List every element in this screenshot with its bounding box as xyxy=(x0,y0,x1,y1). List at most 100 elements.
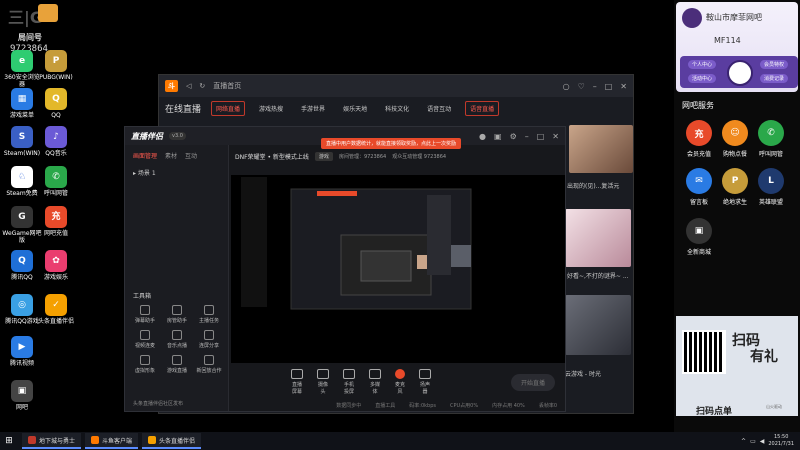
microphone-button[interactable]: 麦克风 xyxy=(395,369,405,395)
tool-item[interactable]: 视频连麦 xyxy=(129,330,161,349)
game-tag[interactable]: 游戏 xyxy=(314,151,333,161)
user-center-button[interactable]: 个人中心 xyxy=(688,60,717,69)
service-icon: ✉ xyxy=(686,168,712,194)
speaker-button[interactable]: 扬声器 xyxy=(419,369,431,395)
desktop-icon[interactable]: Q QQ xyxy=(36,88,76,119)
minimize-icon[interactable]: – xyxy=(525,132,529,141)
stream-thumbnail[interactable] xyxy=(569,125,633,173)
close-icon[interactable]: ✕ xyxy=(620,82,627,91)
tool-item[interactable]: 音乐点播 xyxy=(161,330,193,349)
volume-icon[interactable]: ◀ xyxy=(760,438,765,445)
scene-item[interactable]: ▸ 场景 1 xyxy=(125,166,228,179)
taskbar-app[interactable]: 斗鱼客户端 xyxy=(85,433,139,449)
taskbar-app[interactable]: 头条直播伴侣 xyxy=(142,433,202,449)
stream-nav-title[interactable]: 在线直播 xyxy=(165,102,201,115)
tool-icon xyxy=(172,355,182,365)
search-icon[interactable]: ○ xyxy=(563,82,570,91)
settings-icon[interactable]: ⚙ xyxy=(510,132,517,141)
cafe-service[interactable]: 充会员充值 xyxy=(682,120,716,158)
screen-capture-button[interactable]: 直播屏幕 xyxy=(291,369,303,395)
taskbar-app[interactable]: 地下城与勇士 xyxy=(22,433,82,449)
tool-item[interactable]: 主播任务 xyxy=(193,305,225,324)
tray-expand-icon[interactable]: ^ xyxy=(741,438,746,445)
phone-cast-button[interactable]: 手机投屏 xyxy=(343,369,355,395)
game-title[interactable]: DNF荣耀堂 • 新型模式上线 xyxy=(235,152,309,161)
stream-home-tab[interactable]: 直播首页 xyxy=(213,81,241,91)
tab-interact[interactable]: 互动 xyxy=(185,151,197,160)
desktop-icon[interactable]: 充网吧充值 xyxy=(36,206,76,237)
camera-button[interactable]: 摄像头 xyxy=(317,369,329,395)
maximize-icon[interactable]: □ xyxy=(605,82,613,91)
tool-item[interactable]: 房管助手 xyxy=(161,305,193,324)
cafe-service[interactable]: ☺ 购物点餐 xyxy=(718,120,752,158)
promo-banner[interactable]: 扫码 有礼 扫码点单 山火驱动 xyxy=(676,316,798,417)
vip-button[interactable]: 会员特权 xyxy=(760,60,789,69)
order-history-button[interactable]: 消费记录 xyxy=(760,74,789,83)
nav-tab-3[interactable]: 娱乐天地 xyxy=(339,102,371,115)
cafe-service[interactable]: P 绝地求生 xyxy=(718,168,752,206)
cafe-service[interactable]: ✉ 留言板 xyxy=(682,168,716,206)
desktop-icon[interactable]: ✓ 头条直播伴侣 xyxy=(36,294,76,325)
cafe-buttons: 个人中心 活动中心 会员特权 消费记录 xyxy=(680,56,798,88)
companion-icon xyxy=(148,436,157,444)
app-icon: ▦ xyxy=(11,88,33,110)
tab-assets[interactable]: 素材 xyxy=(165,151,177,160)
activity-center-button[interactable]: 活动中心 xyxy=(688,74,717,83)
service-label: 全新商城 xyxy=(686,249,711,256)
nav-tab-5[interactable]: 语音互动 xyxy=(423,102,455,115)
service-icon: L xyxy=(758,168,784,194)
tool-icon xyxy=(204,330,214,340)
cafe-service[interactable]: ▣ 全新商城 xyxy=(682,218,716,256)
maximize-icon[interactable]: □ xyxy=(537,132,545,141)
stream-window-controls[interactable]: ○ ♡ – □ ✕ xyxy=(563,82,627,91)
clock[interactable]: 15:50 2021/7/31 xyxy=(768,434,794,448)
network-icon[interactable]: ▭ xyxy=(750,438,756,445)
nav-tab-1[interactable]: 游戏热搜 xyxy=(255,102,287,115)
nav-tab-0[interactable]: 网络直播 xyxy=(211,100,246,116)
start-live-button[interactable]: 开始直播 xyxy=(510,374,555,391)
companion-window-controls[interactable]: ● ▣ ⚙ – □ ✕ xyxy=(479,132,559,141)
skin-icon[interactable]: ▣ xyxy=(494,132,502,141)
nav-tab-6[interactable]: 语音直播 xyxy=(465,100,500,116)
tab-scene[interactable]: 画面管理 xyxy=(133,151,157,160)
tool-icon xyxy=(204,305,214,315)
app-logo: 斗 xyxy=(165,80,178,92)
refresh-icon[interactable]: ↻ xyxy=(199,82,205,90)
message-icon[interactable]: ♡ xyxy=(578,82,585,91)
desktop-icon[interactable]: ▶ 腾讯视频 xyxy=(2,336,42,367)
nav-tab-2[interactable]: 手游世界 xyxy=(297,102,329,115)
desktop-icon[interactable]: ✆ 呼叫网管 xyxy=(36,166,76,197)
cafe-service[interactable]: L 英雄联盟 xyxy=(754,168,788,206)
close-icon[interactable]: ✕ xyxy=(552,132,559,141)
camera-icon xyxy=(317,369,329,379)
cafe-logo-icon xyxy=(727,60,753,86)
tool-label: 音乐点播 xyxy=(166,343,187,349)
tool-item[interactable]: 连屏分享 xyxy=(193,330,225,349)
stream-preview[interactable] xyxy=(231,175,565,363)
tool-label: 连屏分享 xyxy=(198,343,219,349)
promo-small: 山火驱动 xyxy=(766,404,782,409)
desktop-icon[interactable]: ♪ QQ音乐 xyxy=(36,126,76,157)
stream-thumbnail[interactable] xyxy=(565,295,631,355)
desktop-icon[interactable]: ✿ 游戏娱乐 xyxy=(36,250,76,281)
desktop-icon-label: 头条直播伴侣 xyxy=(37,318,74,325)
desktop-icon[interactable]: ▣ 网吧 xyxy=(2,380,42,411)
promo-line2: 有礼 xyxy=(750,349,778,365)
nav-tab-4[interactable]: 科技文化 xyxy=(381,102,413,115)
windows-start-icon[interactable]: ⊞ xyxy=(0,432,18,450)
tool-item[interactable]: 游戏直播 xyxy=(161,355,193,374)
avatar[interactable]: ● xyxy=(479,132,486,141)
tool-item[interactable]: 新回放合作 xyxy=(193,355,225,374)
desktop-icon[interactable]: P PUBG(WIN) xyxy=(36,50,76,81)
back-icon[interactable]: ◁ xyxy=(186,82,191,90)
minimize-icon[interactable]: – xyxy=(593,82,597,91)
tool-label: 视频连麦 xyxy=(134,343,155,349)
companion-window[interactable]: 直播伴侣 v3.0 ● ▣ ⚙ – □ ✕ 直播中用户数据统计，就能直接领取奖励… xyxy=(124,126,566,412)
sidebar-footer[interactable]: 头条直播伴侣社区发布 xyxy=(133,400,183,407)
tool-item[interactable]: 弹幕助手 xyxy=(129,305,161,324)
stream-thumbnail[interactable] xyxy=(565,209,631,267)
app-icon: ✆ xyxy=(45,166,67,188)
tool-item[interactable]: 虚拟形象 xyxy=(129,355,161,374)
cafe-service[interactable]: ✆ 呼叫网管 xyxy=(754,120,788,158)
media-button[interactable]: 多媒体 xyxy=(369,369,381,395)
